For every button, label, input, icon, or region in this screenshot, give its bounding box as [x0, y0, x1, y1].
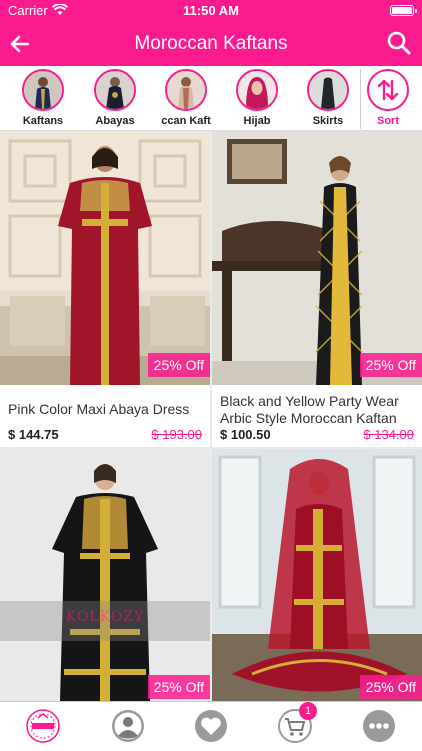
product-image	[212, 131, 422, 385]
category-label: Hijab	[243, 115, 271, 127]
navigation-bar: Moroccan Kaftans	[0, 22, 422, 66]
skirt-thumb	[307, 69, 349, 111]
tab-cart[interactable]: 1	[277, 702, 317, 744]
product-old-price: $ 193.00	[151, 427, 202, 442]
cart-count-badge: 1	[299, 702, 317, 720]
discount-badge: 25% Off	[359, 675, 422, 699]
product-name: Pink Color Maxi Abaya Dress	[8, 401, 190, 417]
sort-icon	[367, 69, 409, 111]
heart-icon	[195, 710, 227, 742]
category-hijab[interactable]: Hijab	[226, 69, 288, 129]
discount-badge: 25% Off	[359, 353, 422, 377]
product-image	[0, 449, 210, 701]
product-card[interactable]: 25% Off Black and Yellow Party Wear Arbi…	[212, 131, 422, 447]
kaftan-thumb	[22, 69, 64, 111]
product-old-price: $ 134.00	[363, 427, 414, 442]
product-card[interactable]: KOLKOZY 25% Off	[0, 449, 210, 701]
hijab-thumb	[236, 69, 278, 111]
discount-badge: 25% Off	[147, 353, 210, 377]
sort-label: Sort	[377, 115, 399, 127]
product-price: $ 144.75	[8, 427, 59, 442]
tab-wishlist[interactable]	[193, 708, 229, 744]
product-image	[212, 449, 422, 701]
status-bar: Carrier 11:50 AM	[0, 0, 422, 22]
category-abayas[interactable]: Abayas	[84, 69, 146, 129]
product-name: Black and Yellow Party Wear Arbic Style …	[220, 393, 399, 426]
more-icon	[363, 710, 395, 742]
category-label: Skirts	[312, 115, 344, 127]
page-title: Moroccan Kaftans	[134, 33, 288, 54]
category-skirts[interactable]: Skirts	[297, 69, 359, 129]
product-image	[0, 131, 210, 385]
battery-icon	[390, 5, 417, 16]
category-label: ccan Kaft	[161, 115, 211, 127]
category-moroccan-kaftan[interactable]: ccan Kaft	[155, 69, 217, 129]
tab-bar: 1	[0, 701, 422, 751]
sort-button[interactable]: Sort	[360, 69, 415, 129]
product-card[interactable]: 25% Off	[212, 449, 422, 701]
category-label: Kaftans	[22, 115, 64, 127]
home-logo-icon	[26, 709, 60, 743]
moroccan-kaftan-thumb	[165, 69, 207, 111]
product-grid: 25% Off Pink Color Maxi Abaya Dress $ 14…	[0, 131, 422, 701]
watermark-logo: KOLKOZY	[65, 609, 145, 625]
category-label: Abayas	[95, 115, 135, 127]
profile-icon	[112, 710, 144, 742]
abaya-thumb	[94, 69, 136, 111]
product-card[interactable]: 25% Off Pink Color Maxi Abaya Dress $ 14…	[0, 131, 210, 447]
tab-more[interactable]	[361, 708, 397, 744]
category-kaftans[interactable]: Kaftans	[12, 69, 74, 129]
tab-profile[interactable]	[110, 708, 146, 744]
product-price: $ 100.50	[220, 427, 271, 442]
category-strip: Kaftans Abayas ccan Kaft Hijab Skirts So	[0, 66, 422, 131]
discount-badge: 25% Off	[147, 675, 210, 699]
status-time: 11:50 AM	[183, 3, 239, 18]
search-icon[interactable]	[386, 30, 412, 56]
tab-home[interactable]	[25, 708, 61, 744]
